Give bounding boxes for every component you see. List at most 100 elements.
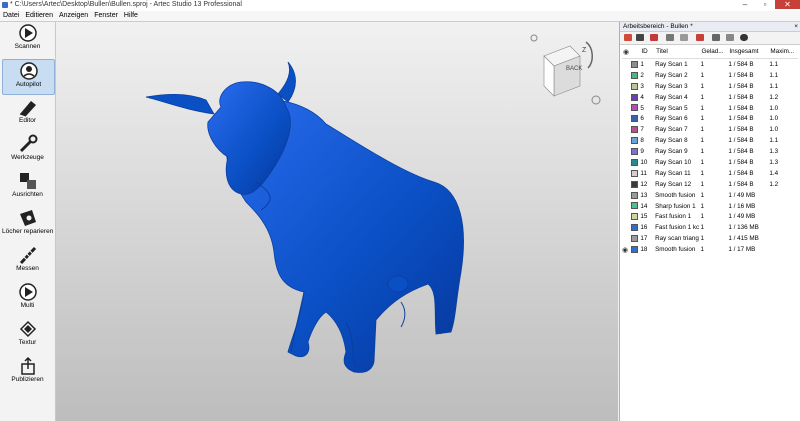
table-row[interactable]: 16 Fast fusion 1 kc 1 1 / 136 MB xyxy=(622,222,798,233)
row-max xyxy=(769,201,798,212)
menu-file[interactable]: Datei xyxy=(0,11,22,21)
visibility-eye-icon[interactable] xyxy=(622,124,631,135)
ruler-icon xyxy=(17,245,39,265)
table-row[interactable]: 14 Sharp fusion 1 1 1 / 16 MB xyxy=(622,201,798,212)
row-id: 12 xyxy=(640,180,648,188)
table-row[interactable]: 1 Ray Scan 1 1 1 / 584 B 1.1 xyxy=(622,59,798,70)
nav-cube[interactable]: BACK Z xyxy=(543,41,593,97)
delete-icon[interactable] xyxy=(624,34,632,41)
table-row[interactable]: 15 Fast fusion 1 1 1 / 49 MB xyxy=(622,211,798,222)
visibility-eye-icon[interactable] xyxy=(622,190,631,201)
maximize-button[interactable]: ▫ xyxy=(755,0,775,9)
table-row[interactable]: 9 Ray Scan 9 1 1 / 584 B 1.3 xyxy=(622,146,798,157)
row-id: 1 xyxy=(640,60,644,68)
color-swatch-icon xyxy=(631,235,639,243)
row-id: 10 xyxy=(640,158,648,166)
visibility-eye-icon[interactable] xyxy=(622,157,631,168)
tool-loecher[interactable]: Löcher reparieren xyxy=(2,207,53,241)
column-total[interactable]: Insgesamt xyxy=(728,45,770,59)
table-row[interactable]: 6 Ray Scan 6 1 1 / 584 B 1.0 xyxy=(622,113,798,124)
color-swatch-icon xyxy=(631,93,639,101)
zoom-fit-icon[interactable] xyxy=(591,95,601,105)
row-loaded: 1 xyxy=(700,202,704,210)
menu-window[interactable]: Fenster xyxy=(91,11,121,21)
table-row[interactable]: 13 Smooth fusion 1 1 / 49 MB xyxy=(622,190,798,201)
tool-scannen[interactable]: Scannen xyxy=(2,22,53,56)
row-max xyxy=(769,222,798,233)
tool-publizieren[interactable]: Publizieren xyxy=(2,355,53,389)
redo-icon[interactable] xyxy=(680,34,688,41)
tool-autopilot[interactable]: Autopilot xyxy=(2,59,55,95)
row-loaded: 1 xyxy=(700,191,704,199)
settings-gear-icon[interactable] xyxy=(740,34,748,41)
column-loaded[interactable]: Gelad... xyxy=(700,45,729,59)
rotate-icon[interactable] xyxy=(530,34,538,42)
table-row[interactable]: 12 Ray Scan 12 1 1 / 584 B 1.2 xyxy=(622,179,798,190)
visibility-eye-icon[interactable] xyxy=(622,211,631,222)
tool-multi[interactable]: Multi xyxy=(2,281,53,315)
visibility-eye-icon[interactable] xyxy=(622,135,631,146)
table-row[interactable]: 4 Ray Scan 4 1 1 / 584 B 1.2 xyxy=(622,92,798,103)
visibility-eye-icon[interactable]: ◉ xyxy=(622,244,631,255)
row-total: 1 / 584 B xyxy=(728,169,754,177)
folder-icon[interactable] xyxy=(636,34,644,41)
close-button[interactable]: ✕ xyxy=(775,0,800,9)
menu-help[interactable]: Hilfe xyxy=(121,11,141,21)
layers-icon[interactable] xyxy=(712,34,720,41)
table-row[interactable]: 10 Ray Scan 10 1 1 / 584 B 1.3 xyxy=(622,157,798,168)
row-id: 9 xyxy=(640,148,644,156)
row-max xyxy=(769,190,798,201)
visibility-eye-icon[interactable] xyxy=(622,201,631,212)
table-row[interactable]: 11 Ray Scan 11 1 1 / 584 B 1.4 xyxy=(622,168,798,179)
table-row[interactable]: 3 Ray Scan 3 1 1 / 584 B 1.1 xyxy=(622,81,798,92)
tool-label: Werkzeuge xyxy=(11,154,44,161)
visibility-eye-icon[interactable] xyxy=(622,103,631,114)
3d-viewport[interactable]: BACK Z xyxy=(56,22,618,421)
tool-editor[interactable]: Editor xyxy=(2,96,53,130)
axis-z-label: Z xyxy=(582,47,587,54)
column-id[interactable]: ID xyxy=(640,45,656,59)
color-swatch xyxy=(631,179,640,190)
color-icon[interactable] xyxy=(696,34,704,41)
menu-view[interactable]: Anzeigen xyxy=(56,11,91,21)
color-swatch xyxy=(631,81,640,92)
tool-ausrichten[interactable]: Ausrichten xyxy=(2,170,53,204)
visibility-eye-icon[interactable] xyxy=(622,92,631,103)
undo-icon[interactable] xyxy=(666,34,674,41)
color-swatch xyxy=(631,124,640,135)
visibility-eye-icon[interactable] xyxy=(622,59,631,70)
bull-model: BACK Z xyxy=(145,34,601,373)
share-icon xyxy=(17,356,39,376)
tool-werkzeuge[interactable]: Werkzeuge xyxy=(2,133,53,167)
color-swatch xyxy=(631,113,640,124)
table-row[interactable]: 8 Ray Scan 8 1 1 / 584 B 1.1 xyxy=(622,135,798,146)
visibility-eye-icon[interactable] xyxy=(622,146,631,157)
visibility-eye-icon[interactable] xyxy=(622,70,631,81)
menu-edit[interactable]: Editieren xyxy=(22,11,56,21)
minimize-button[interactable]: – xyxy=(735,0,755,9)
table-row[interactable]: 17 Ray scan triang 1 1 / 415 MB xyxy=(622,233,798,244)
menu-bar: Datei Editieren Anzeigen Fenster Hilfe xyxy=(0,11,800,22)
visibility-eye-icon[interactable] xyxy=(622,222,631,233)
column-max[interactable]: Maxim... xyxy=(769,45,798,59)
workspace-table: ◉ ID Titel Gelad... Insgesamt Maxim... 1… xyxy=(622,45,798,255)
copy-icon[interactable] xyxy=(726,34,734,41)
visibility-eye-icon[interactable] xyxy=(622,81,631,92)
visibility-eye-icon[interactable] xyxy=(622,233,631,244)
table-row[interactable]: 2 Ray Scan 2 1 1 / 584 B 1.1 xyxy=(622,70,798,81)
tool-messen[interactable]: Messen xyxy=(2,244,53,278)
column-title[interactable]: Titel xyxy=(655,45,701,59)
color-swatch-icon xyxy=(631,246,639,253)
visibility-eye-icon[interactable] xyxy=(622,179,631,190)
table-row[interactable]: 5 Ray Scan 5 1 1 / 584 B 1.0 xyxy=(622,103,798,114)
texture-icon xyxy=(17,319,39,339)
table-row[interactable]: ◉ 18 Smooth fusion 1 1 / 17 MB xyxy=(622,244,798,255)
panel-close-button[interactable]: × xyxy=(794,22,798,31)
record-icon[interactable] xyxy=(650,34,658,41)
color-swatch-icon xyxy=(631,180,639,188)
tool-textur[interactable]: Textur xyxy=(2,318,53,352)
table-row[interactable]: 7 Ray Scan 7 1 1 / 584 B 1.0 xyxy=(622,124,798,135)
visibility-eye-icon[interactable] xyxy=(622,113,631,124)
visibility-eye-icon[interactable] xyxy=(622,168,631,179)
window-title: * C:\Users\Artec\Desktop\Bullen\Bullen.s… xyxy=(10,1,242,8)
